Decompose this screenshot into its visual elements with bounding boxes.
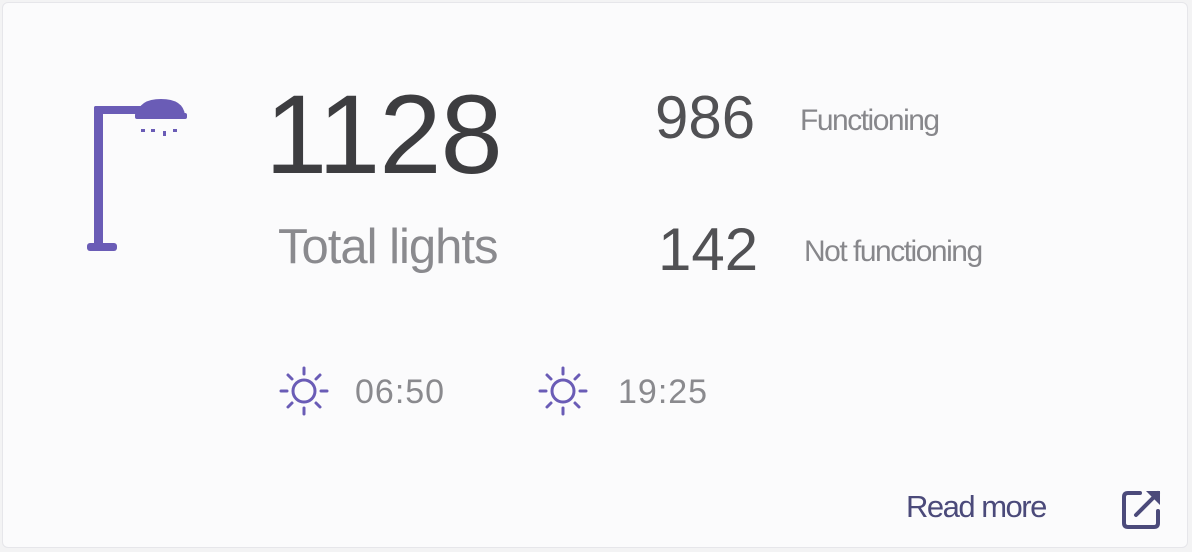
sunrise-time: 06:50 — [355, 373, 446, 411]
street-lamp-icon — [87, 99, 187, 251]
not-functioning-label: Not functioning — [804, 235, 983, 268]
functioning-label: Functioning — [800, 104, 940, 137]
sun-icon — [538, 366, 588, 416]
street-lights-card: 1128 Total lights 986 Functioning 142 No… — [2, 2, 1188, 548]
not-functioning-count: 142 — [658, 216, 759, 283]
sunset-time: 19:25 — [618, 373, 709, 411]
functioning-count: 986 — [655, 84, 756, 151]
total-lights-label: Total lights — [278, 220, 499, 274]
external-link-icon[interactable] — [1118, 485, 1166, 533]
sun-icon — [279, 366, 329, 416]
read-more-link[interactable]: Read more — [906, 487, 1047, 527]
total-lights-value: 1128 — [265, 72, 503, 197]
